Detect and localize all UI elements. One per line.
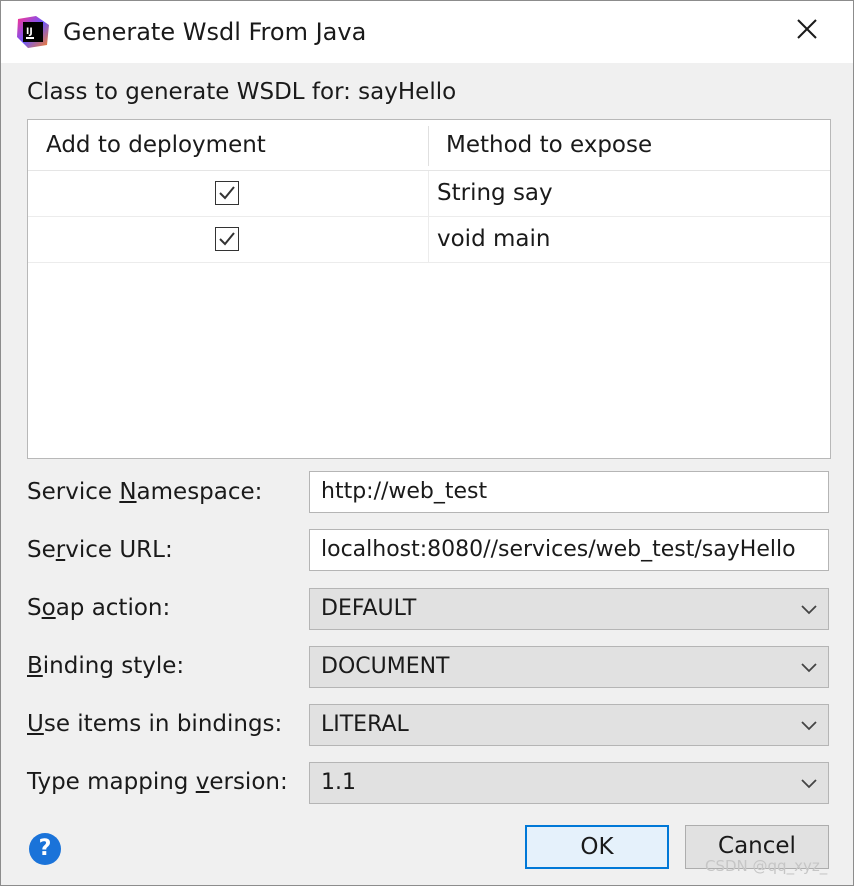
mnemonic-key: U [27,711,44,737]
service-namespace-label: Service Namespace: [27,475,262,509]
class-label: Class to generate WSDL for: sayHello [27,79,457,105]
close-icon [796,18,818,44]
ok-button[interactable]: OK [525,825,669,869]
soap-action-select[interactable]: DEFAULT [309,588,829,630]
selected-value: DOCUMENT [321,654,450,679]
column-header-deployment[interactable]: Add to deployment [46,120,426,170]
table-row[interactable]: String say [28,171,830,217]
service-namespace-input[interactable]: http://web_test [309,471,829,513]
binding-style-select[interactable]: DOCUMENT [309,646,829,688]
cell-divider [428,171,429,216]
checkmark-icon [219,186,235,200]
binding-style-label: Binding style: [27,649,184,683]
type-mapping-label: Type mapping version: [27,765,288,799]
watermark: CSDN @qq_xyz_ [705,857,828,875]
table-row[interactable]: void main [28,217,830,263]
close-button[interactable] [785,11,829,51]
mnemonic-key: v [195,769,210,795]
label-text: ap action: [55,595,171,621]
mnemonic-key: B [27,653,43,679]
methods-table: Add to deployment Method to expose Strin… [27,119,831,459]
dialog-window: IJ Generate Wsdl From Java Class to gene… [0,0,854,886]
label-text: amespace: [136,479,263,505]
label-text: S [27,595,42,621]
chevron-down-icon [800,659,818,677]
label-text: Service [27,479,120,505]
svg-text:IJ: IJ [26,27,33,37]
mnemonic-key: N [119,479,137,505]
column-divider[interactable] [428,126,429,166]
title-bar[interactable]: IJ Generate Wsdl From Java [1,1,853,63]
chevron-down-icon [800,775,818,793]
selected-value: 1.1 [321,770,356,795]
mnemonic-key: r [55,537,66,563]
intellij-idea-icon: IJ [16,15,50,49]
label-text: vice URL: [65,537,173,563]
checkmark-icon [219,232,235,246]
label-text: Type mapping [27,769,196,795]
cell-divider [428,217,429,262]
chevron-down-icon [800,717,818,735]
help-icon: ? [38,836,52,861]
deploy-checkbox[interactable] [215,181,239,205]
service-url-input[interactable]: localhost:8080//services/web_test/sayHel… [309,529,829,571]
label-text: se items in bindings: [43,711,283,737]
type-mapping-select[interactable]: 1.1 [309,762,829,804]
method-name: void main [437,226,551,252]
label-text: inding style: [42,653,185,679]
use-items-select[interactable]: LITERAL [309,704,829,746]
service-url-label: Service URL: [27,533,173,567]
soap-action-label: Soap action: [27,591,170,625]
method-name: String say [437,180,553,206]
label-text: ersion: [209,769,288,795]
selected-value: DEFAULT [321,596,417,621]
help-button[interactable]: ? [29,833,61,865]
column-header-method[interactable]: Method to expose [446,120,826,170]
deploy-checkbox[interactable] [215,227,239,251]
chevron-down-icon [800,601,818,619]
mnemonic-key: o [41,595,56,621]
label-text: Se [27,537,56,563]
selected-value: LITERAL [321,712,409,737]
window-title: Generate Wsdl From Java [63,18,367,46]
table-header: Add to deployment Method to expose [28,120,830,171]
use-items-label: Use items in bindings: [27,707,282,741]
